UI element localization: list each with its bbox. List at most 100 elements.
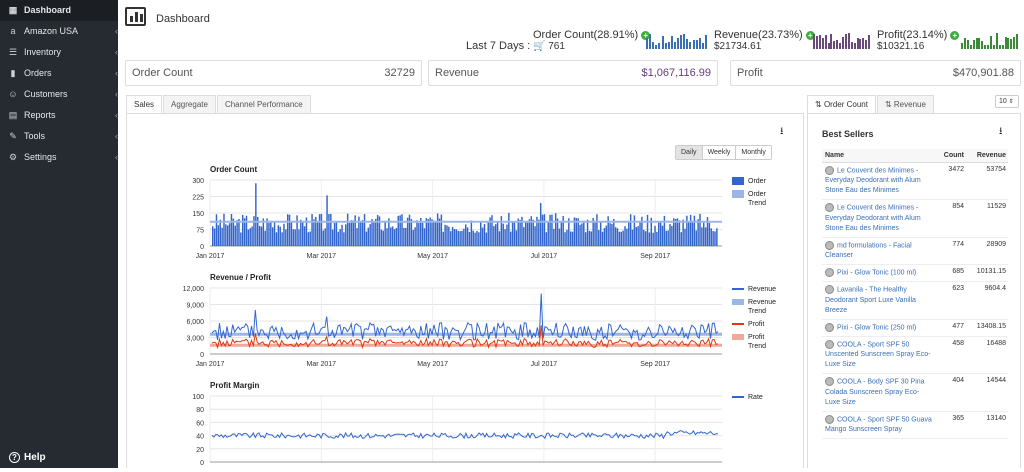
chart-bar [318, 214, 321, 246]
chart-bar [333, 222, 336, 246]
legend-label: Profit [748, 334, 764, 341]
tab-revenue[interactable]: ⇅ Revenue [876, 95, 934, 113]
download-icon[interactable]: ⭳ [780, 124, 784, 141]
sparkline-bar [646, 37, 648, 49]
chart-bar [309, 231, 311, 246]
table-row[interactable]: Lavanila - The Healthy Deodorant Sport L… [822, 282, 1008, 320]
gear-icon: ⚙ [8, 152, 18, 162]
plus-icon[interactable]: + [950, 30, 960, 40]
sidebar-item-inventory[interactable]: ☰ Inventory ‹ [0, 42, 118, 63]
chart-bar [708, 222, 711, 246]
legend-swatch [732, 177, 744, 185]
stat-revenue: Revenue(23.73%) + $21734.61 [714, 29, 815, 52]
cart-icon: 🛒 [533, 41, 546, 52]
product-name-link[interactable]: Le Couvent des Minimes - Everyday Deodor… [825, 166, 933, 196]
product-count: 404 [952, 377, 964, 385]
product-name-link[interactable]: COOLA - Body SPF 30 Pina Colada Sunscree… [825, 377, 933, 407]
product-count: 685 [952, 268, 964, 276]
table-row[interactable]: Le Couvent des Minimes - Everyday Deodor… [822, 200, 1008, 238]
chart-bar [240, 232, 242, 246]
sparkline-bar [856, 38, 859, 49]
product-name-link[interactable]: Le Couvent des Minimes - Everyday Deodor… [825, 203, 933, 233]
sparkline-bar [990, 35, 992, 49]
y-tick-label: 80 [196, 407, 204, 414]
sidebar-item-reports[interactable]: ▤ Reports ‹ [0, 105, 118, 126]
order-sparkline [646, 33, 708, 49]
sidebar-item-orders[interactable]: ▮ Orders ‹ [0, 63, 118, 84]
chart-bar [399, 215, 401, 246]
chart-bar [470, 220, 473, 246]
table-header: Name Count Revenue [822, 149, 1008, 163]
chart-bar [465, 224, 467, 246]
table-row[interactable]: COOLA - Sport SPF 50 Guava Mango Sunscre… [822, 412, 1008, 440]
table-row[interactable]: COOLA - Body SPF 30 Pina Colada Sunscree… [822, 374, 1008, 412]
chart-bar [343, 232, 345, 246]
sparkline-bar [821, 38, 824, 49]
tab-channel-performance[interactable]: Channel Performance [216, 95, 311, 113]
chart-bar [290, 221, 293, 246]
period-toggle: Daily Weekly Monthly [675, 145, 772, 160]
product-name-link[interactable]: Pixi - Glow Tonic (250 ml) [825, 322, 933, 333]
chart-bar [253, 216, 255, 246]
sidebar-item-customers[interactable]: ☺ Customers ‹ [0, 84, 118, 105]
sparkline-bar [868, 34, 871, 49]
sidebar-item-tools[interactable]: ✎ Tools ‹ [0, 126, 118, 147]
tab-aggregate[interactable]: Aggregate [163, 95, 216, 113]
product-name-link[interactable]: Pixi - Glow Tonic (100 ml) [825, 268, 933, 278]
chart-bar [255, 183, 257, 246]
sparkline-bar [963, 38, 966, 49]
product-name-link[interactable]: COOLA - Sport SPF 50 Unscented Sunscreen… [825, 340, 933, 370]
chart-bar [367, 227, 370, 246]
chart-bar [665, 230, 667, 246]
period-weekly-button[interactable]: Weekly [702, 146, 737, 159]
tab-order-count[interactable]: ⇅ Order Count [807, 95, 876, 113]
sidebar-item-amazon-usa[interactable]: a Amazon USA ‹ [0, 21, 118, 42]
download-icon[interactable]: ⭳ [999, 124, 1003, 141]
chart-bar [457, 230, 459, 246]
chart-bar [337, 231, 340, 246]
help-link[interactable]: ? Help [9, 452, 46, 463]
table-row[interactable]: Le Couvent des Minimes - Everyday Deodor… [822, 163, 1008, 201]
page-size-select[interactable]: 10 ⇕ [995, 95, 1019, 108]
chart-bar [703, 222, 705, 246]
sparkline-bar [978, 38, 981, 49]
period-monthly-button[interactable]: Monthly [736, 146, 771, 159]
product-revenue: 11529 [987, 203, 1006, 211]
chart-bar [631, 229, 634, 246]
x-tick-label: Jul 2017 [531, 361, 558, 368]
product-name-link[interactable]: COOLA - Sport SPF 50 Guava Mango Sunscre… [825, 414, 933, 435]
x-tick-label: Mar 2017 [307, 361, 337, 368]
chart-bar [375, 218, 377, 246]
table-row[interactable]: Pixi - Glow Tonic (100 ml) 685 10131.15 [822, 265, 1008, 283]
chart-bar [646, 214, 649, 246]
tab-sales[interactable]: Sales [126, 95, 163, 113]
main-content: Dashboard Last 7 Days : Order Count(28.9… [118, 0, 1024, 468]
sparkline-bar [836, 40, 839, 49]
y-tick-label: 60 [196, 420, 204, 427]
chart-bar [526, 222, 529, 246]
x-tick-label: May 2017 [417, 361, 448, 368]
sparkline-bar [818, 34, 821, 49]
product-revenue: 53754 [986, 166, 1006, 173]
table-row[interactable]: COOLA - Sport SPF 50 Unscented Sunscreen… [822, 337, 1008, 375]
chart-bar [629, 214, 632, 246]
y-tick-label: 225 [192, 195, 204, 202]
chart-bar [442, 231, 444, 246]
stat-profit-label: Profit(23.14%) [877, 29, 948, 41]
chart-bar [365, 231, 368, 246]
chart-bar [614, 227, 617, 246]
product-name-link[interactable]: Lavanila - The Healthy Deodorant Sport L… [825, 285, 933, 315]
sparkline-bar [664, 43, 667, 49]
period-daily-button[interactable]: Daily [676, 146, 703, 159]
table-row[interactable]: md formulations - Facial Cleanser 774 2890… [822, 238, 1008, 266]
sidebar: ▦ Dashboard a Amazon USA ‹ ☰ Inventory ‹ ▮ Orders… [0, 0, 118, 468]
x-tick-label: Sep 2017 [640, 253, 670, 260]
chart-bar [590, 231, 593, 246]
sidebar-item-settings[interactable]: ⚙ Settings ‹ [0, 147, 118, 168]
sidebar-item-dashboard[interactable]: ▦ Dashboard [0, 0, 118, 21]
sparkline-bar [692, 40, 695, 49]
table-row[interactable]: Pixi - Glow Tonic (250 ml) 477 13408.15 [822, 320, 1008, 338]
product-name-link[interactable]: md formulations - Facial Cleanser [825, 240, 933, 261]
order-count-card-value: 32729 [384, 67, 415, 79]
chart-bar [213, 228, 216, 246]
